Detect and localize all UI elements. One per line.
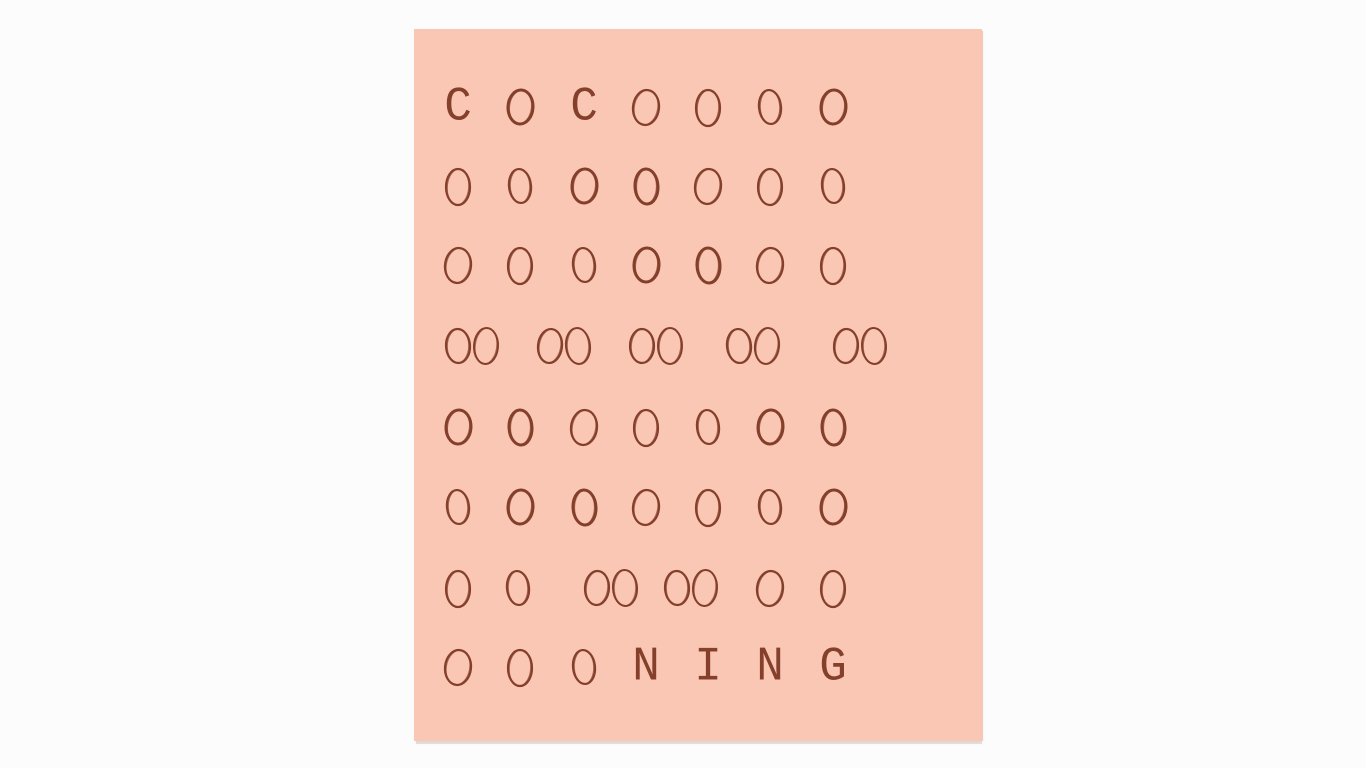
typed-letter-g: G xyxy=(819,639,847,695)
hand-drawn-o-letter: O xyxy=(570,637,598,697)
hand-drawn-o-letter: O xyxy=(693,77,723,137)
hand-drawn-o-letter: O xyxy=(694,235,723,295)
hand-drawn-o-letter: O xyxy=(443,558,473,618)
hand-drawn-double-o: OO xyxy=(627,316,685,376)
hand-drawn-o-letter: O xyxy=(754,235,786,295)
hand-drawn-double-o: OO xyxy=(724,316,782,376)
hand-drawn-double-o: OO xyxy=(582,558,640,618)
typed-letter-n: N xyxy=(632,639,660,695)
hand-drawn-o-letter: O xyxy=(568,397,600,457)
hand-drawn-o-letter: O xyxy=(570,477,599,537)
hand-drawn-o-letter: O xyxy=(442,637,474,697)
hand-drawn-o-letter: O xyxy=(819,397,848,457)
hand-drawn-o-letter: O xyxy=(755,156,785,216)
hand-drawn-o-letter: O xyxy=(505,477,536,537)
hand-drawn-o-letter: O xyxy=(443,397,474,457)
hand-drawn-o-letter: O xyxy=(756,477,784,537)
hand-drawn-o-letter: O xyxy=(630,477,662,537)
hand-drawn-o-letter: O xyxy=(818,77,849,137)
hand-drawn-o-letter: O xyxy=(819,156,847,216)
hand-drawn-o-letter: O xyxy=(693,477,723,537)
hand-drawn-o-letter: O xyxy=(505,637,535,697)
hand-drawn-o-letter: O xyxy=(818,558,848,618)
hand-drawn-o-letter: O xyxy=(504,558,532,618)
typed-letter-i: I xyxy=(694,639,722,695)
hand-drawn-o-letter: O xyxy=(631,397,661,457)
hand-drawn-o-letter: O xyxy=(444,477,472,537)
hand-drawn-double-o: OO xyxy=(831,316,889,376)
hand-drawn-o-letter: O xyxy=(754,558,786,618)
hand-drawn-o-letter: O xyxy=(818,477,849,537)
hand-drawn-o-letter: O xyxy=(505,77,536,137)
hand-drawn-o-letter: O xyxy=(443,156,473,216)
typed-letter-c: C xyxy=(570,79,598,135)
hand-drawn-o-letter: O xyxy=(755,397,786,457)
hand-drawn-o-letter: O xyxy=(506,156,534,216)
hand-drawn-double-o: OO xyxy=(443,316,501,376)
hand-drawn-o-letter: O xyxy=(442,235,474,295)
hand-drawn-o-letter: O xyxy=(505,235,535,295)
hand-drawn-o-letter: O xyxy=(694,397,722,457)
hand-drawn-double-o: OO xyxy=(535,316,593,376)
hand-drawn-o-letter: O xyxy=(818,235,848,295)
artwork-canvas: COCOOOOOOOOOOOOOOOOOOOOOOOOOOOOOOOOOOOOO… xyxy=(414,29,982,741)
hand-drawn-double-o: OO xyxy=(662,558,720,618)
hand-drawn-o-letter: O xyxy=(692,156,724,216)
hand-drawn-o-letter: O xyxy=(506,397,535,457)
hand-drawn-o-letter: O xyxy=(630,77,662,137)
hand-drawn-o-letter: O xyxy=(569,156,600,216)
typed-letter-n: N xyxy=(756,639,784,695)
hand-drawn-o-letter: O xyxy=(631,235,662,295)
typed-letter-c: C xyxy=(444,79,472,135)
hand-drawn-o-letter: O xyxy=(570,235,598,295)
hand-drawn-o-letter: O xyxy=(756,77,784,137)
hand-drawn-o-letter: O xyxy=(632,156,661,216)
